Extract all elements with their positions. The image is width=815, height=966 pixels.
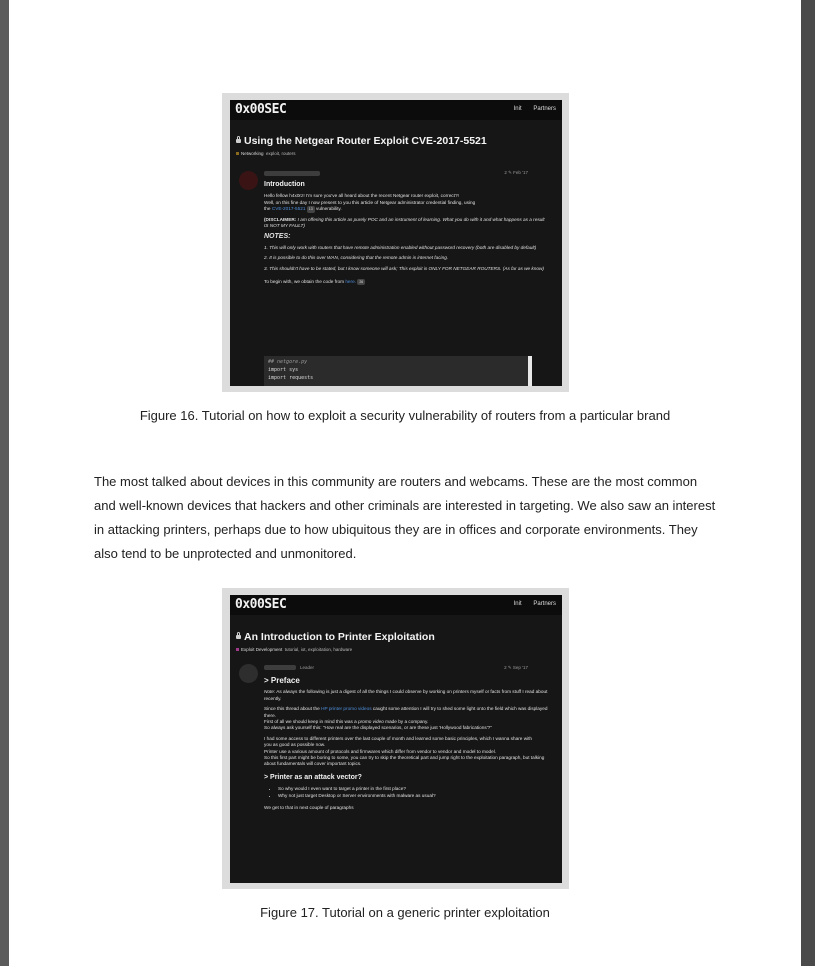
notes-heading: NOTES:: [264, 233, 291, 241]
promo-videos-link[interactable]: HP printer promo videos: [321, 706, 371, 711]
here-link[interactable]: here.: [345, 279, 356, 284]
author-name-blurred: [264, 665, 296, 670]
begin-text: To begin with, we obtain the code from h…: [264, 279, 366, 286]
viewer-scrollbar[interactable]: [801, 0, 815, 966]
subheading: > Printer as an attack vector?: [264, 773, 362, 781]
site-logo: 0x00SEC: [235, 102, 287, 117]
avatar: [239, 664, 258, 683]
bullet-list: So why would I even want to target a pri…: [264, 786, 550, 799]
thread-category: Exploit Development tutorial, iot, explo…: [236, 647, 352, 652]
forum-nav: Init Partners: [504, 601, 556, 607]
list-item: Why not just target Desktop or Server en…: [278, 793, 550, 799]
code-line: import sys: [268, 367, 299, 373]
click-count-badge: 13: [306, 206, 315, 213]
lock-icon: [236, 632, 241, 639]
forum-header: 0x00SEC Init Partners: [230, 100, 562, 120]
post-body: > Preface Note: As always the following …: [264, 676, 550, 816]
post-heading: > Preface: [264, 676, 300, 685]
forum-nav: Init Partners: [504, 106, 556, 112]
forum-screenshot-printer: 0x00SEC Init Partners An Introduction to…: [230, 595, 562, 883]
post-heading: Introduction: [264, 181, 305, 188]
post-body: Introduction Hello fellow h4x0rz! I'm su…: [264, 181, 550, 289]
figure-17-caption: Figure 17. Tutorial on a generic printer…: [260, 905, 550, 920]
thread-title: An Introduction to Printer Exploitation: [236, 631, 435, 643]
figure-16-caption: Figure 16. Tutorial on how to exploit a …: [139, 408, 671, 423]
closing-text: We get to that in next couple of paragra…: [264, 805, 354, 811]
figure-16: 0x00SEC Init Partners Using the Netgear …: [222, 93, 569, 392]
nav-init: Init: [513, 106, 522, 112]
disclaimer: (DISCLAIMER: I am offering this article …: [264, 216, 545, 229]
post-date: 2 ✎ Feb '17: [504, 170, 528, 175]
figure-17: 0x00SEC Init Partners An Introduction to…: [222, 588, 569, 889]
note-2: 2. It is possible to do this over WAN, c…: [264, 255, 449, 261]
note-paragraph: Note: As always the following is just a …: [264, 689, 548, 701]
category-dot-icon: [236, 152, 239, 155]
body-paragraph: The most talked about devices in this co…: [94, 474, 716, 561]
click-count-badge: 26: [357, 279, 366, 286]
user-role: Leader: [300, 665, 315, 670]
post-date: 2 ✎ Sep '17: [504, 665, 528, 670]
cve-link[interactable]: CVE-2017-5521: [272, 206, 306, 211]
intro-paragraph: Hello fellow h4x0rz! I'm sure you've all…: [264, 193, 476, 213]
thread-category: Networking exploit, routers: [236, 151, 296, 156]
forum-header: 0x00SEC Init Partners: [230, 595, 562, 615]
code-line: ## netgore.py: [268, 359, 308, 365]
note-1: 1. This will only work with routers that…: [264, 244, 537, 250]
forum-screenshot-router: 0x00SEC Init Partners Using the Netgear …: [230, 100, 562, 386]
thread-title: Using the Netgear Router Exploit CVE-201…: [236, 135, 487, 147]
since-paragraph: Since this thread about the HP printer p…: [264, 706, 548, 731]
site-logo: 0x00SEC: [235, 597, 287, 612]
lock-icon: [236, 136, 241, 143]
avatar: [239, 171, 258, 190]
code-block: ## netgore.py import sys import requests: [264, 356, 530, 386]
note-3: 3. This shouldn't have to be stated, but…: [264, 265, 544, 271]
nav-init: Init: [513, 601, 522, 607]
category-dot-icon: [236, 648, 239, 651]
code-scrollbar[interactable]: [528, 356, 532, 386]
author-name-blurred: [264, 171, 320, 176]
nav-partners: Partners: [533, 601, 556, 607]
nav-partners: Partners: [533, 106, 556, 112]
access-paragraph: I had some access to different printers …: [264, 735, 545, 767]
code-line: import requests: [268, 375, 314, 381]
